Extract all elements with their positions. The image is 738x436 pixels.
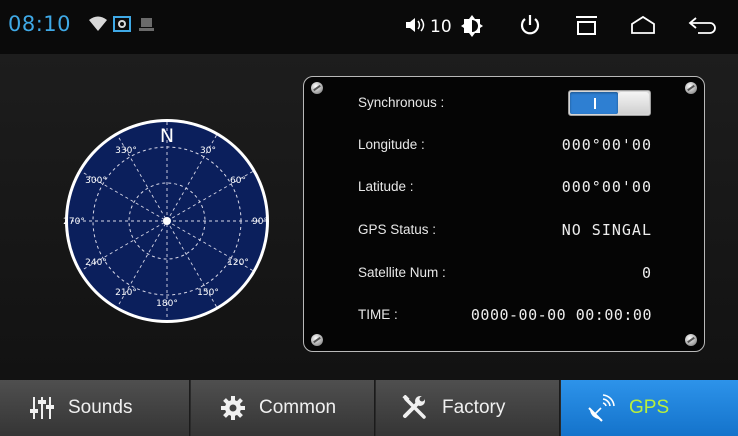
recent-apps-icon[interactable]: [575, 14, 599, 40]
satellite-num-value: 0: [641, 264, 652, 282]
tab-factory[interactable]: Factory: [376, 380, 560, 436]
tab-common[interactable]: Common: [191, 380, 375, 436]
compass-north-label: N: [160, 125, 174, 147]
gps-status-value: NO SINGAL: [561, 221, 652, 239]
screw-icon: [311, 82, 323, 94]
status-time: 08:10: [8, 12, 72, 36]
longitude-row: Longitude : 000°00'00: [358, 135, 652, 157]
screw-icon: [311, 334, 323, 346]
time-label: TIME :: [358, 307, 398, 322]
satellite-dish-icon: [587, 394, 615, 422]
sliders-icon: [30, 396, 54, 420]
synchronous-label: Synchronous :: [358, 95, 445, 110]
latitude-row: Latitude : 000°00'00: [358, 177, 652, 199]
latitude-label: Latitude :: [358, 179, 414, 194]
satellite-num-label: Satellite Num :: [358, 265, 446, 280]
tab-common-label: Common: [259, 397, 337, 418]
synchronous-row: Synchronous :: [358, 90, 652, 116]
time-row: TIME : 0000-00-00 00:00:00: [358, 305, 652, 327]
compass-degree-label: 330°: [115, 146, 137, 156]
gps-info-panel: Synchronous : Longitude : 000°00'00 Lati…: [303, 76, 705, 352]
compass-degree-label: 300°: [85, 176, 107, 186]
home-icon[interactable]: [630, 14, 656, 40]
gps-status-label: GPS Status :: [358, 222, 437, 237]
compass-degree-label: 30°: [200, 146, 216, 156]
back-icon[interactable]: [688, 14, 716, 40]
volume-icon: [405, 16, 427, 38]
synchronous-toggle[interactable]: [568, 90, 651, 116]
monitor-icon: [137, 14, 157, 38]
tab-gps[interactable]: GPS: [561, 380, 738, 436]
compass-degree-label: 270°: [63, 217, 85, 227]
toggle-knob[interactable]: [618, 92, 649, 114]
longitude-label: Longitude :: [358, 137, 425, 152]
screw-icon: [685, 82, 697, 94]
compass-degree-label: 120°: [227, 258, 249, 268]
compass-degree-label: 210°: [115, 288, 137, 298]
compass-degree-label: 60°: [230, 176, 246, 186]
gps-settings-area: 30° 60° 90° 120° 150° 180° 210° 240° 270° 300° 330…: [0, 54, 738, 380]
camera-icon: [112, 14, 132, 38]
satellite-num-row: Satellite Num : 0: [358, 263, 652, 285]
compass-degree-label: 180°: [156, 299, 178, 309]
compass-degree-label: 150°: [197, 288, 219, 298]
time-value: 0000-00-00 00:00:00: [470, 306, 652, 324]
tab-sounds-label: Sounds: [68, 397, 133, 418]
tab-factory-label: Factory: [442, 397, 506, 418]
longitude-value: 000°00'00: [561, 136, 652, 154]
gps-status-row: GPS Status : NO SINGAL: [358, 220, 652, 242]
gear-icon: [221, 396, 245, 420]
latitude-value: 000°00'00: [561, 178, 652, 196]
compass-degree-label: 240°: [85, 258, 107, 268]
settings-tab-bar: Sounds Common Factory GPS: [0, 380, 738, 436]
volume-level: 10: [430, 17, 452, 37]
power-icon[interactable]: [519, 14, 541, 40]
status-bar: 08:10 10: [0, 0, 738, 54]
toggle-on-mark: [594, 98, 596, 109]
toggle-on-state: [570, 92, 618, 114]
screw-icon: [685, 334, 697, 346]
compass-dial: 30° 60° 90° 120° 150° 180° 210° 240° 270° 300° 330…: [63, 119, 269, 323]
tab-gps-label: GPS: [629, 397, 670, 418]
wifi-icon: [88, 14, 108, 38]
tab-sounds[interactable]: Sounds: [0, 380, 190, 436]
tools-icon: [402, 395, 428, 421]
brightness-icon[interactable]: [461, 14, 483, 42]
volume-indicator[interactable]: 10: [405, 16, 452, 38]
compass-degree-label: 90°: [252, 217, 268, 227]
